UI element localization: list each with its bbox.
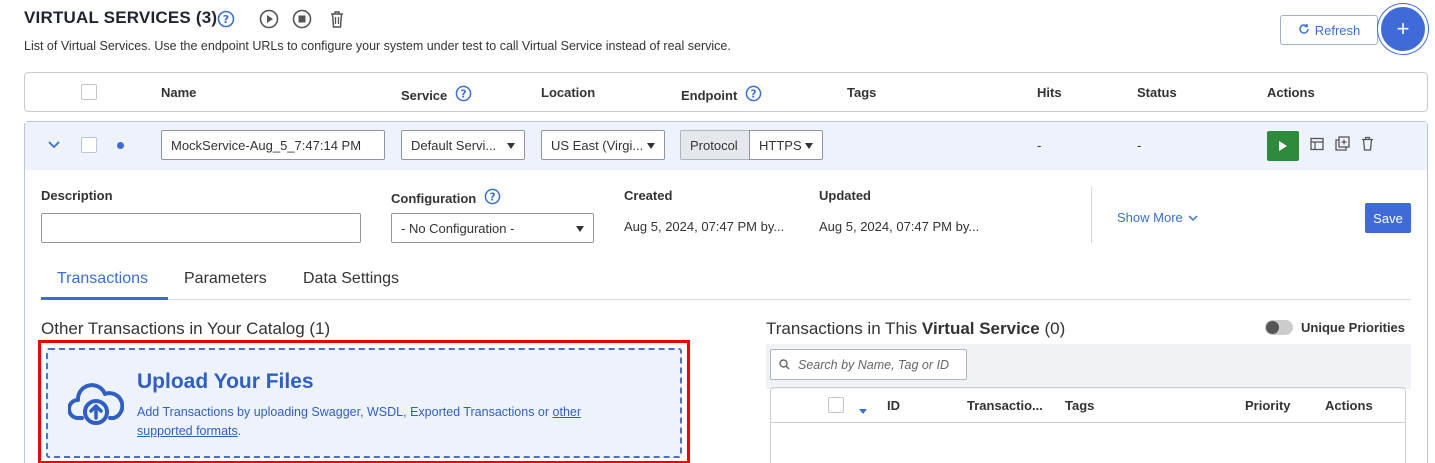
tab-transactions[interactable]: Transactions xyxy=(57,270,148,288)
tabs-divider xyxy=(41,299,1411,300)
svg-text:?: ? xyxy=(490,191,496,203)
stop-all-icon[interactable] xyxy=(292,9,312,29)
col-tags: Tags xyxy=(847,85,877,100)
supported-formats-link[interactable]: supported formats xyxy=(137,424,238,438)
svg-text:?: ? xyxy=(223,13,229,26)
page-subtitle: List of Virtual Services. Use the endpoi… xyxy=(24,39,731,53)
location-select[interactable]: US East (Virgi... xyxy=(541,130,665,160)
col-location: Location xyxy=(541,85,596,100)
vs-col-priority: Priority xyxy=(1245,398,1291,413)
col-status: Status xyxy=(1137,85,1177,100)
delete-icon[interactable] xyxy=(1361,136,1374,154)
vs-col-actions: Actions xyxy=(1325,398,1373,413)
vs-title-suffix: (0) xyxy=(1039,319,1066,338)
help-icon[interactable]: ? xyxy=(484,188,501,208)
configuration-label-wrap: Configuration ? xyxy=(391,188,501,208)
vs-title-bold: Virtual Service xyxy=(921,319,1040,338)
vs-col-id: ID xyxy=(887,398,900,413)
upload-dropzone[interactable]: Upload Your Files Add Transactions by up… xyxy=(46,348,682,458)
col-endpoint: Endpoint ? xyxy=(681,85,762,105)
details-icon[interactable] xyxy=(1310,137,1324,154)
help-icon[interactable]: ? xyxy=(217,10,235,28)
play-all-icon[interactable] xyxy=(259,9,279,29)
tab-data-settings[interactable]: Data Settings xyxy=(303,270,399,288)
active-tab-indicator xyxy=(41,297,168,300)
save-button[interactable]: Save xyxy=(1365,203,1411,233)
vs-transactions-title: Transactions in This Virtual Service (0) xyxy=(766,319,1065,339)
page-title: VIRTUAL SERVICES (3) xyxy=(24,8,218,27)
upload-text-body: Add Transactions by uploading Swagger, W… xyxy=(137,405,553,419)
col-actions: Actions xyxy=(1267,85,1315,100)
upload-text-end: . xyxy=(237,424,242,438)
configuration-label: Configuration xyxy=(391,190,477,206)
service-select[interactable]: Default Servi... xyxy=(401,130,525,160)
plus-icon: + xyxy=(1396,16,1410,41)
show-more-label: Show More xyxy=(1117,210,1183,225)
hits-value: - xyxy=(1037,138,1042,153)
select-all-checkbox[interactable] xyxy=(81,84,97,100)
row-checkbox[interactable] xyxy=(81,137,97,153)
refresh-label: Refresh xyxy=(1314,22,1361,38)
status-dot-icon xyxy=(117,142,124,149)
description-input[interactable] xyxy=(41,213,361,243)
col-endpoint-label: Endpoint xyxy=(681,87,738,103)
created-label: Created xyxy=(624,188,673,203)
created-value: Aug 5, 2024, 07:47 PM by... xyxy=(624,219,785,234)
tab-parameters[interactable]: Parameters xyxy=(184,270,267,288)
updated-value: Aug 5, 2024, 07:47 PM by... xyxy=(819,219,980,234)
show-more-link[interactable]: Show More xyxy=(1117,210,1198,225)
delete-all-icon[interactable] xyxy=(328,9,346,29)
divider xyxy=(1091,186,1092,243)
protocol-label: Protocol xyxy=(680,130,750,160)
other-formats-link[interactable]: other xyxy=(553,405,582,419)
col-service-label: Service xyxy=(401,87,448,103)
help-icon[interactable]: ? xyxy=(745,85,762,105)
search-placeholder: Search by Name, Tag or ID xyxy=(798,357,949,372)
upload-text: Add Transactions by uploading Swagger, W… xyxy=(137,403,637,441)
unique-priorities-toggle[interactable] xyxy=(1265,320,1293,335)
collapse-chevron-icon[interactable] xyxy=(48,138,60,153)
refresh-icon xyxy=(1298,23,1310,38)
svg-text:?: ? xyxy=(461,88,467,100)
clone-icon[interactable] xyxy=(1335,136,1350,154)
col-service: Service ? xyxy=(401,85,472,105)
sort-caret-icon[interactable] xyxy=(859,403,867,418)
upload-title: Upload Your Files xyxy=(137,370,314,393)
configuration-select[interactable]: - No Configuration - xyxy=(391,213,594,243)
col-name: Name xyxy=(161,85,197,100)
col-hits: Hits xyxy=(1037,85,1062,100)
service-name-input[interactable]: MockService-Aug_5_7:47:14 PM xyxy=(161,130,385,160)
help-icon[interactable]: ? xyxy=(455,85,472,105)
catalog-title: Other Transactions in Your Catalog (1) xyxy=(41,319,331,338)
table-header: Name Service ? Location Endpoint ? Tags … xyxy=(24,72,1428,112)
vs-transactions-table: ID Transactio... Tags Priority Actions xyxy=(770,387,1406,463)
status-value: - xyxy=(1137,138,1142,153)
updated-label: Updated xyxy=(819,188,871,203)
vs-col-tags: Tags xyxy=(1065,398,1095,413)
run-button[interactable] xyxy=(1267,131,1299,161)
vs-select-all-checkbox[interactable] xyxy=(828,397,844,413)
chevron-down-icon xyxy=(1188,214,1198,221)
description-label: Description xyxy=(41,188,113,203)
unique-priorities-label: Unique Priorities xyxy=(1301,320,1406,335)
svg-text:?: ? xyxy=(751,88,757,100)
vs-title-prefix: Transactions in This xyxy=(766,319,922,338)
vs-col-transaction: Transactio... xyxy=(967,398,1043,413)
add-service-button[interactable]: + xyxy=(1378,4,1428,54)
refresh-button[interactable]: Refresh xyxy=(1280,15,1378,45)
vs-search-input[interactable]: Search by Name, Tag or ID xyxy=(770,349,967,380)
protocol-select[interactable]: HTTPS xyxy=(749,130,823,160)
play-icon xyxy=(1279,141,1287,151)
cloud-upload-icon xyxy=(67,382,125,429)
search-icon xyxy=(779,359,790,370)
